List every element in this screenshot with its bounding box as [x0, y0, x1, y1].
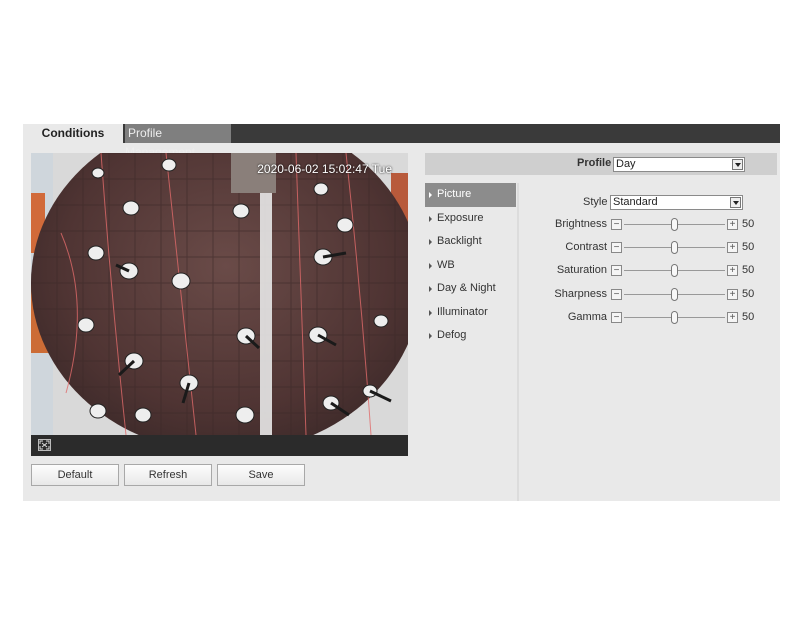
gamma-slider-row: Gamma − + 50	[553, 310, 773, 326]
gamma-increase-button[interactable]: +	[727, 312, 738, 323]
sharpness-decrease-button[interactable]: −	[611, 289, 622, 300]
profile-label: Profile	[577, 157, 612, 169]
caret-right-icon	[429, 309, 432, 316]
gamma-decrease-button[interactable]: −	[611, 312, 622, 323]
video-timestamp: 2020-06-02 15:02:47 Tue	[257, 162, 392, 176]
caret-right-icon	[429, 262, 432, 269]
caret-right-icon	[429, 239, 432, 245]
menu-item-wb[interactable]: WB	[425, 254, 516, 278]
saturation-value: 50	[742, 264, 755, 276]
video-toolbar	[31, 435, 408, 456]
menu-item-backlight[interactable]: Backlight	[425, 230, 516, 254]
brightness-decrease-button[interactable]: −	[611, 219, 622, 230]
tab-profile-management[interactable]: Profile Management	[125, 124, 231, 159]
gamma-label: Gamma	[567, 311, 607, 323]
panel-divider	[517, 183, 519, 501]
sharpness-value: 50	[742, 288, 755, 300]
style-select-value: Standard	[613, 196, 658, 208]
menu-item-picture[interactable]: Picture	[425, 183, 516, 207]
saturation-thumb[interactable]	[671, 264, 678, 277]
menu-item-label: Day & Night	[437, 282, 496, 294]
saturation-slider-row: Saturation − + 50	[553, 263, 773, 279]
chevron-down-icon[interactable]	[730, 197, 741, 208]
style-label: Style	[583, 196, 608, 208]
brightness-slider-row: Brightness − + 50	[553, 217, 773, 233]
brightness-thumb[interactable]	[671, 218, 678, 231]
gamma-value: 50	[742, 311, 755, 323]
caret-right-icon	[429, 215, 432, 222]
profile-select-value: Day	[616, 158, 636, 170]
save-button[interactable]: Save	[217, 464, 305, 486]
menu-item-label: Exposure	[437, 211, 484, 224]
menu-item-label: Defog	[437, 329, 467, 341]
contrast-slider-row: Contrast − + 50	[553, 240, 773, 256]
sharpness-slider-row: Sharpness − + 50	[553, 287, 773, 303]
menu-item-defog[interactable]: Defog	[425, 324, 516, 348]
refresh-button[interactable]: Refresh	[124, 464, 212, 486]
fisheye-video-image	[31, 153, 408, 435]
contrast-increase-button[interactable]: +	[727, 242, 738, 253]
saturation-label: Saturation	[556, 264, 607, 276]
menu-item-day-night[interactable]: Day & Night	[425, 277, 516, 301]
sharpness-thumb[interactable]	[671, 288, 678, 301]
chevron-down-icon[interactable]	[732, 159, 743, 170]
camera-settings-panel: Conditions Profile Management 2020-06-02…	[23, 124, 780, 501]
fullscreen-icon[interactable]	[38, 439, 51, 451]
profile-select[interactable]: Day	[613, 157, 745, 172]
menu-item-exposure[interactable]: Exposure	[425, 207, 516, 231]
default-button[interactable]: Default	[31, 464, 119, 486]
menu-item-illuminator[interactable]: Illuminator	[425, 301, 516, 325]
contrast-thumb[interactable]	[671, 241, 678, 254]
tab-conditions[interactable]: Conditions	[23, 124, 123, 143]
caret-right-icon	[429, 333, 432, 339]
menu-item-label: WB	[437, 258, 455, 271]
sharpness-label: Sharpness	[554, 288, 607, 300]
caret-right-icon	[429, 286, 432, 292]
sharpness-increase-button[interactable]: +	[727, 289, 738, 300]
brightness-value: 50	[742, 218, 755, 230]
contrast-label: Contrast	[565, 241, 607, 253]
gamma-thumb[interactable]	[671, 311, 678, 324]
saturation-decrease-button[interactable]: −	[611, 265, 622, 276]
tab-bar: Conditions Profile Management	[23, 124, 780, 159]
caret-right-icon	[429, 192, 432, 198]
settings-menu: Picture Exposure Backlight WB Day & Nigh…	[425, 183, 516, 348]
brightness-increase-button[interactable]: +	[727, 219, 738, 230]
menu-item-label: Illuminator	[437, 305, 488, 318]
live-video-feed: 2020-06-02 15:02:47 Tue	[31, 153, 408, 435]
profile-bar: Profile Day	[425, 153, 777, 175]
menu-item-label: Backlight	[437, 235, 482, 247]
menu-item-label: Picture	[437, 188, 472, 200]
saturation-increase-button[interactable]: +	[727, 265, 738, 276]
contrast-value: 50	[742, 241, 755, 253]
brightness-label: Brightness	[555, 218, 607, 230]
contrast-decrease-button[interactable]: −	[611, 242, 622, 253]
style-select[interactable]: Standard	[610, 195, 743, 210]
